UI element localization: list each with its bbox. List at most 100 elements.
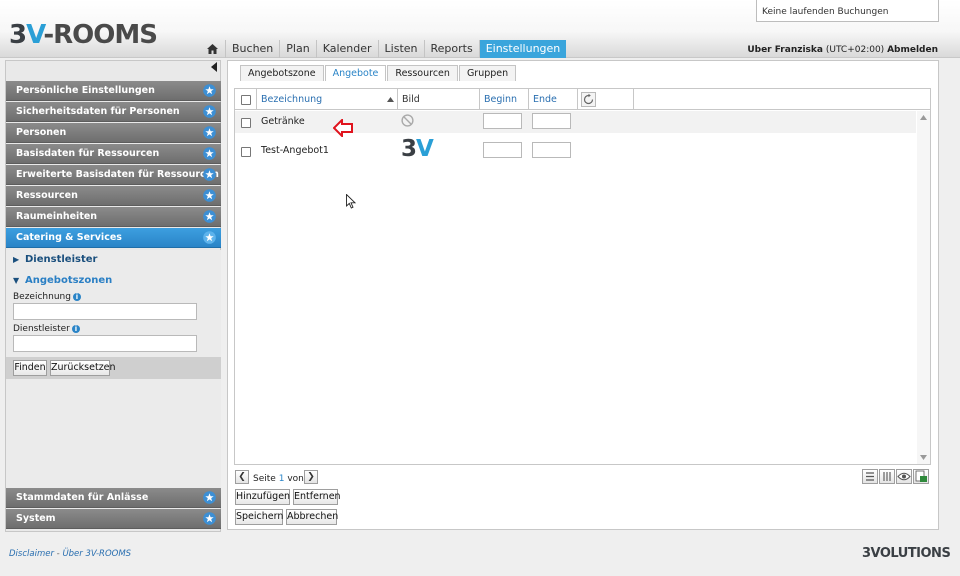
favorite-star-icon[interactable] [203,189,216,202]
select-all-checkbox[interactable] [241,95,251,105]
filter-input-bezeichnung[interactable] [13,303,197,320]
nav-plan[interactable]: Plan [280,40,317,58]
section-label: Ressourcen [16,190,78,201]
column-header-name[interactable]: Bezeichnung [257,89,398,110]
cancel-button[interactable]: Abbrechen [286,509,338,525]
app-logo: 3V-ROOMS [9,20,158,50]
favorite-star-icon[interactable] [203,512,216,525]
tree-item-dienstleister[interactable]: ▶ Dienstleister [13,254,97,265]
filter-label-dienstleister: Dienstleister i [13,324,80,334]
user-timezone: (UTC+02:00) [825,45,885,55]
refresh-button[interactable] [581,92,596,107]
no-image-icon [401,114,414,127]
nav-buchen[interactable]: Buchen [226,40,281,58]
main-nav: Buchen Plan Kalender Listen Reports Eins… [200,40,567,58]
section-label: Catering & Services [16,232,122,243]
home-button[interactable] [200,40,226,58]
next-page-button[interactable]: ❯ [304,470,318,484]
scroll-down-icon[interactable] [920,455,927,460]
start-date-input[interactable] [483,113,522,129]
subtabs: Angebotszone Angebote Ressourcen Gruppen [240,65,517,81]
nav-einstellungen[interactable]: Einstellungen [479,40,567,58]
tree-item-label: Angebotszonen [25,275,113,286]
user-info: Uber Franziska (UTC+02:00) Abmelden [747,45,938,55]
collapse-sidebar-button[interactable] [210,62,220,74]
grid-scrollbar[interactable] [917,111,930,464]
reset-button[interactable]: Zurücksetzen [50,360,116,376]
info-icon[interactable]: i [72,293,81,301]
triangle-left-icon [211,62,217,72]
app-header: 3V-ROOMS Keine laufenden Buchungen Buche… [0,0,960,58]
table-row[interactable]: Test-Angebot1 3V [235,133,916,167]
add-button[interactable]: Hinzufügen [235,489,290,505]
subtab-gruppen[interactable]: Gruppen [458,65,517,81]
filter-input-dienstleister[interactable] [13,335,197,352]
triangle-right-icon: ▶ [13,255,20,264]
sidebar-section-extended-resource-basics[interactable]: Erweiterte Basisdaten für Ressourcen [6,165,221,185]
logout-link[interactable]: Abmelden [887,45,938,55]
column-view-button[interactable] [879,469,895,484]
favorite-star-icon[interactable] [203,168,216,181]
nav-kalender[interactable]: Kalender [317,40,379,58]
favorite-star-icon[interactable] [203,491,216,504]
sidebar-section-catering-services[interactable]: Catering & Services [6,228,221,248]
footer-separator: - [56,549,60,559]
nav-listen[interactable]: Listen [379,40,425,58]
user-name: Uber Franziska [747,45,823,55]
row-checkbox[interactable] [241,147,251,157]
favorite-star-icon[interactable] [203,84,216,97]
column-header-image[interactable]: Bild [398,89,480,110]
save-button[interactable]: Speichern [235,509,283,525]
start-date-input[interactable] [483,142,522,158]
company-logo: 3VOLUTIONS [862,546,951,561]
prev-page-button[interactable]: ❮ [235,470,249,484]
refresh-icon [583,93,594,105]
disclaimer-link[interactable]: Disclaimer [9,549,54,559]
export-excel-button[interactable] [913,469,929,484]
sidebar-section-system[interactable]: System [6,509,221,529]
sidebar-section-room-units[interactable]: Raumeinheiten [6,207,221,227]
favorite-star-icon[interactable] [203,126,216,139]
column-header-start[interactable]: Beginn [480,89,529,110]
find-button[interactable]: Finden [13,360,47,376]
favorite-star-icon[interactable] [203,105,216,118]
subtab-ressourcen[interactable]: Ressourcen [387,65,458,81]
about-link[interactable]: Über 3V-ROOMS [62,549,131,559]
row-checkbox[interactable] [241,118,251,128]
section-label: Basisdaten für Ressourcen [16,148,160,159]
scroll-up-icon[interactable] [920,115,927,120]
column-header-end[interactable]: Ende [529,89,578,110]
footer-links: Disclaimer - Über 3V-ROOMS [9,549,131,559]
sidebar-section-persons[interactable]: Personen [6,123,221,143]
sidebar-section-personal-settings[interactable]: Persönliche Einstellungen [6,81,221,101]
info-icon[interactable]: i [71,325,80,333]
tree-item-angebotszonen[interactable]: ▼ Angebotszonen [13,275,112,286]
nav-reports[interactable]: Reports [425,40,480,58]
header-select-all-cell [235,89,257,110]
section-label: Raumeinheiten [16,211,98,222]
sidebar-section-resource-basics[interactable]: Basisdaten für Ressourcen [6,144,221,164]
section-label: Stammdaten für Anlässe [16,492,149,503]
bookings-status-box: Keine laufenden Buchungen [756,0,939,22]
end-date-input[interactable] [532,142,571,158]
excel-export-icon [915,470,927,482]
column-header-refresh-cell [578,89,634,110]
section-label: Erweiterte Basisdaten für Ressourcen [16,169,219,180]
subtab-angebote[interactable]: Angebote [324,65,387,81]
chevron-right-icon: ❯ [307,472,315,482]
end-date-input[interactable] [532,113,571,129]
remove-button[interactable]: Entfernen [293,489,341,505]
subtab-angebotszone[interactable]: Angebotszone [240,65,324,81]
sidebar-section-resources[interactable]: Ressourcen [6,186,221,206]
preview-button[interactable] [896,469,912,484]
list-view-icon [866,472,874,481]
sidebar-section-event-master-data[interactable]: Stammdaten für Anlässe [6,488,221,508]
favorite-star-icon[interactable] [203,210,216,223]
chevron-left-icon: ❮ [238,472,246,482]
favorite-star-icon[interactable] [203,231,216,244]
list-view-button[interactable] [862,469,878,484]
sidebar-section-security-data[interactable]: Sicherheitsdaten für Personen [6,102,221,122]
current-page: 1 [278,474,285,484]
row-name: Getränke [261,116,305,127]
favorite-star-icon[interactable] [203,147,216,160]
